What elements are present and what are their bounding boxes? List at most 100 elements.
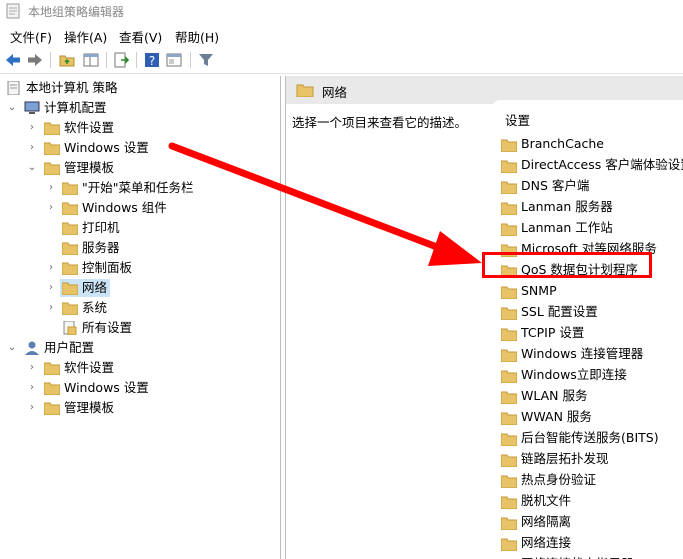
settings-list: 设置 BranchCache DirectAccess 客户端体验设置 DNS 客户… xyxy=(491,100,683,559)
help-icon[interactable]: ? xyxy=(143,51,161,69)
menu-file[interactable]: 文件(F) xyxy=(10,27,52,46)
tree-node-servers[interactable]: 服务器 xyxy=(0,238,280,258)
computer-icon xyxy=(24,101,40,114)
tree-label: "开始"菜单和任务栏 xyxy=(82,180,194,195)
tree-node-system[interactable]: › 系统 xyxy=(0,298,280,318)
tree-pane: 本地计算机 策略 ⌄ 计算机配置 › 软件设置 › Windows 设置 ⌄ 管… xyxy=(0,76,281,559)
chevron-down-icon[interactable]: ⌄ xyxy=(6,338,18,358)
folder-icon xyxy=(501,496,517,509)
tree-label: 所有设置 xyxy=(82,320,133,335)
tree-label: 服务器 xyxy=(82,240,120,255)
folder-icon xyxy=(62,282,78,295)
menu-help[interactable]: 帮助(H) xyxy=(175,27,219,46)
folder-icon xyxy=(501,517,517,530)
list-item-label: SNMP xyxy=(521,283,557,298)
folder-icon xyxy=(62,202,78,215)
policy-editor-icon xyxy=(6,3,20,19)
chevron-right-icon[interactable]: › xyxy=(26,138,38,158)
chevron-right-icon[interactable]: › xyxy=(45,178,57,198)
tree-label: 打印机 xyxy=(82,220,120,235)
tree-node-windows-settings[interactable]: › Windows 设置 xyxy=(0,138,280,158)
tree-label: 控制面板 xyxy=(82,260,133,275)
folder-icon xyxy=(501,139,517,152)
window-title: 本地组策略编辑器 xyxy=(28,5,125,19)
annotation-highlight-box xyxy=(482,252,652,278)
folder-icon xyxy=(44,122,60,135)
folder-icon xyxy=(62,302,78,315)
tree-node-windows-components[interactable]: › Windows 组件 xyxy=(0,198,280,218)
tree-node-user-admin-templates[interactable]: › 管理模板 xyxy=(0,398,280,418)
list-item-label: Lanman 工作站 xyxy=(521,220,613,235)
chevron-right-icon[interactable]: › xyxy=(26,358,38,378)
column-header-settings[interactable]: 设置 xyxy=(505,110,530,129)
list-item-label: 热点身份验证 xyxy=(521,472,597,487)
list-item-label: TCPIP 设置 xyxy=(521,325,585,340)
tree-node-software-settings[interactable]: › 软件设置 xyxy=(0,118,280,138)
chevron-right-icon[interactable]: › xyxy=(45,258,57,278)
chevron-right-icon[interactable]: › xyxy=(45,298,57,318)
folder-icon xyxy=(501,328,517,341)
tree-label: 软件设置 xyxy=(64,360,115,375)
folder-icon xyxy=(62,182,78,195)
list-item-label: SSL 配置设置 xyxy=(521,304,598,319)
menu-action[interactable]: 操作(A) xyxy=(64,27,107,46)
folder-icon xyxy=(501,349,517,362)
list-item-label: DNS 客户端 xyxy=(521,178,590,193)
folder-icon xyxy=(501,223,517,236)
folder-icon xyxy=(44,362,60,375)
folder-icon xyxy=(501,538,517,551)
tree-node-control-panel[interactable]: › 控制面板 xyxy=(0,258,280,278)
settings-page-icon xyxy=(63,321,77,335)
chevron-right-icon[interactable]: › xyxy=(45,278,57,298)
details-title: 网络 xyxy=(322,85,348,100)
list-item-label: WLAN 服务 xyxy=(521,388,588,403)
properties-icon[interactable] xyxy=(165,51,183,69)
tree-node-root[interactable]: 本地计算机 策略 xyxy=(0,78,280,98)
tree-node-user-config[interactable]: ⌄ 用户配置 xyxy=(0,338,280,358)
details-pane: 网络 选择一个项目来查看它的描述。 设置 BranchCache DirectAc… xyxy=(285,76,683,559)
folder-icon xyxy=(501,475,517,488)
tree-node-all-settings[interactable]: 所有设置 xyxy=(0,318,280,338)
list-item-label: 脱机文件 xyxy=(521,493,572,508)
tree-node-user-software-settings[interactable]: › 软件设置 xyxy=(0,358,280,378)
tree-label: 管理模板 xyxy=(64,160,115,175)
menu-view[interactable]: 查看(V) xyxy=(119,27,162,46)
filter-icon[interactable] xyxy=(197,51,215,69)
folder-icon xyxy=(501,433,517,446)
list-item-label: 网络隔离 xyxy=(521,514,572,529)
list-item-label: WWAN 服务 xyxy=(521,409,592,424)
back-arrow-icon[interactable] xyxy=(4,51,22,69)
folder-icon xyxy=(501,286,517,299)
chevron-down-icon[interactable]: ⌄ xyxy=(6,98,18,118)
list-item-label: Windows 连接管理器 xyxy=(521,346,644,361)
tree-node-printers[interactable]: 打印机 xyxy=(0,218,280,238)
export-list-icon[interactable] xyxy=(112,51,130,69)
tree-node-start-menu[interactable]: › "开始"菜单和任务栏 xyxy=(0,178,280,198)
list-item-label: DirectAccess 客户端体验设置 xyxy=(521,157,683,172)
tree-node-user-windows-settings[interactable]: › Windows 设置 xyxy=(0,378,280,398)
chevron-right-icon[interactable]: › xyxy=(26,378,38,398)
user-icon xyxy=(25,341,39,355)
chevron-right-icon[interactable]: › xyxy=(26,118,38,138)
chevron-right-icon[interactable]: › xyxy=(26,398,38,418)
list-item-label: 网络连接 xyxy=(521,535,572,550)
chevron-right-icon[interactable]: › xyxy=(45,198,57,218)
tree-label: 本地计算机 策略 xyxy=(26,80,118,95)
list-item-label: 链路层拓扑发现 xyxy=(521,451,609,466)
list-item-label: 后台智能传送服务(BITS) xyxy=(521,430,659,445)
tree-node-computer-config[interactable]: ⌄ 计算机配置 xyxy=(0,98,280,118)
tree-label: 网络 xyxy=(82,280,108,295)
forward-arrow-icon[interactable] xyxy=(26,51,44,69)
chevron-down-icon[interactable]: ⌄ xyxy=(26,158,38,178)
folder-icon xyxy=(501,202,517,215)
show-hide-tree-icon[interactable] xyxy=(82,51,100,69)
folder-icon xyxy=(44,382,60,395)
folder-icon xyxy=(44,162,60,175)
tree-node-admin-templates[interactable]: ⌄ 管理模板 xyxy=(0,158,280,178)
tree-label: 管理模板 xyxy=(64,400,115,415)
folder-icon xyxy=(501,181,517,194)
folder-icon xyxy=(501,412,517,425)
up-folder-icon[interactable] xyxy=(58,51,76,69)
tree-node-network[interactable]: › 网络 xyxy=(0,278,280,298)
tree-label: 用户配置 xyxy=(44,340,95,355)
